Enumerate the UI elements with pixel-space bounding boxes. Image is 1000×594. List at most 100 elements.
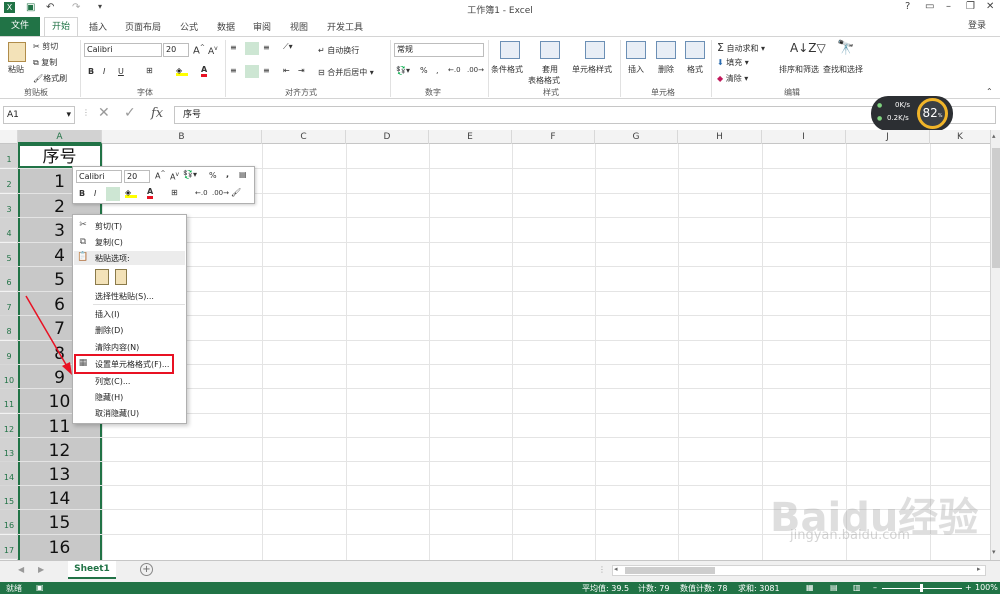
row-header-16[interactable]: 16 bbox=[0, 510, 18, 534]
horizontal-scrollbar[interactable]: ◂ ▸ bbox=[612, 565, 986, 576]
column-header-i[interactable]: I bbox=[762, 130, 846, 144]
column-header-a[interactable]: A bbox=[18, 130, 102, 144]
border-icon[interactable]: ⊞ bbox=[146, 66, 153, 75]
fill-color-icon[interactable]: ◈ bbox=[176, 66, 188, 76]
tab-view[interactable]: 视图 bbox=[290, 20, 308, 33]
merge-center-button[interactable]: ⊟ 合并后居中 ▾ bbox=[318, 67, 374, 78]
zoom-level[interactable]: 100% bbox=[975, 583, 998, 592]
ribbon-display-icon[interactable]: ▭ bbox=[925, 1, 934, 12]
cell-style-button[interactable]: 单元格样式 bbox=[572, 64, 612, 75]
minimize-icon[interactable]: – bbox=[946, 1, 951, 12]
name-box[interactable]: A1 ▾ bbox=[3, 106, 75, 124]
menu-item-clear[interactable]: 清除内容(N) bbox=[95, 342, 139, 353]
tab-page-layout[interactable]: 页面布局 bbox=[125, 20, 161, 33]
mini-italic-button[interactable]: I bbox=[94, 189, 96, 198]
align-middle-icon[interactable] bbox=[245, 42, 259, 55]
menu-item-delete[interactable]: 删除(D) bbox=[95, 325, 123, 336]
mini-size-select[interactable]: 20 bbox=[124, 170, 150, 183]
row-header-11[interactable]: 11 bbox=[0, 389, 18, 413]
vertical-scrollbar[interactable]: ▴ ▾ bbox=[990, 130, 1000, 560]
align-bottom-icon[interactable]: ≡ bbox=[263, 43, 270, 52]
mini-border-icon[interactable]: ⊞ bbox=[171, 188, 178, 197]
tab-data[interactable]: 数据 bbox=[217, 20, 235, 33]
mini-font-select[interactable]: Calibri bbox=[76, 170, 122, 183]
mini-center-icon[interactable] bbox=[106, 187, 120, 201]
grow-font-icon[interactable]: A^ bbox=[193, 44, 205, 56]
copy-button[interactable]: ⧉ 复制 bbox=[33, 57, 57, 68]
row-header-8[interactable]: 8 bbox=[0, 316, 18, 340]
format-cells-button[interactable]: 格式 bbox=[687, 64, 703, 75]
column-header-k[interactable]: K bbox=[930, 130, 990, 144]
tab-home[interactable]: 开始 bbox=[44, 17, 78, 37]
column-header-g[interactable]: G bbox=[595, 130, 678, 144]
insert-cells-button[interactable]: 插入 bbox=[628, 64, 644, 75]
underline-button[interactable]: U bbox=[118, 67, 124, 76]
row-header-14[interactable]: 14 bbox=[0, 462, 18, 486]
bold-button[interactable]: B bbox=[88, 67, 94, 76]
fill-button[interactable]: ⬇ 填充 ▾ bbox=[717, 57, 749, 68]
column-header-j[interactable]: J bbox=[846, 130, 930, 144]
row-header-17[interactable]: 17 bbox=[0, 535, 18, 559]
autosum-button[interactable]: Σ 自动求和 ▾ bbox=[717, 41, 765, 54]
scroll-thumb[interactable] bbox=[992, 148, 1000, 268]
orientation-icon[interactable]: ⟋▾ bbox=[283, 42, 293, 52]
increase-decimal-icon[interactable]: ←.0 bbox=[448, 66, 461, 74]
mini-currency-icon[interactable]: 💱▾ bbox=[183, 170, 197, 179]
row-header-3[interactable]: 3 bbox=[0, 194, 18, 218]
sheet-tab-sheet1[interactable]: Sheet1 bbox=[68, 561, 116, 579]
tab-insert[interactable]: 插入 bbox=[89, 20, 107, 33]
wrap-text-button[interactable]: ↵ 自动换行 bbox=[318, 45, 359, 56]
macro-record-icon[interactable]: ▣ bbox=[36, 583, 44, 592]
percent-icon[interactable]: % bbox=[420, 66, 428, 75]
sign-in-link[interactable]: 登录 bbox=[968, 18, 986, 31]
column-header-h[interactable]: H bbox=[678, 130, 762, 144]
column-header-f[interactable]: F bbox=[512, 130, 595, 144]
hscroll-thumb[interactable] bbox=[625, 567, 715, 574]
close-icon[interactable]: ✕ bbox=[986, 1, 994, 12]
cell-a16[interactable]: 15 bbox=[18, 511, 101, 535]
row-header-9[interactable]: 9 bbox=[0, 341, 18, 365]
currency-icon[interactable]: 💱▾ bbox=[396, 66, 410, 75]
row-header-2[interactable]: 2 bbox=[0, 169, 18, 193]
find-select-button[interactable]: 查找和选择 bbox=[823, 64, 863, 75]
mini-fill-color-icon[interactable]: ◈ bbox=[125, 188, 137, 198]
delete-cells-button[interactable]: 删除 bbox=[658, 64, 674, 75]
align-top-icon[interactable]: ≡ bbox=[230, 43, 237, 52]
menu-item-hide[interactable]: 隐藏(H) bbox=[95, 392, 123, 403]
align-left-icon[interactable]: ≡ bbox=[230, 66, 237, 75]
prev-sheet-icon[interactable]: ◀ bbox=[18, 565, 24, 574]
table-format-line1[interactable]: 套用 bbox=[542, 64, 558, 75]
menu-item-insert[interactable]: 插入(I) bbox=[95, 309, 120, 320]
menu-item-paste-special[interactable]: 选择性粘贴(S)... bbox=[95, 291, 154, 302]
insert-function-icon[interactable]: fx bbox=[151, 106, 163, 121]
cell-a13[interactable]: 12 bbox=[18, 439, 101, 463]
cancel-icon[interactable]: ✕ bbox=[98, 105, 110, 121]
conditional-format-button[interactable]: 条件格式 bbox=[491, 64, 523, 75]
italic-button[interactable]: I bbox=[103, 67, 105, 76]
menu-item-copy[interactable]: 复制(C) bbox=[95, 237, 123, 248]
tab-file[interactable]: 文件 bbox=[0, 17, 40, 36]
menu-item-format-cells[interactable]: 设置单元格格式(F)... bbox=[95, 359, 169, 370]
select-all-corner[interactable] bbox=[0, 130, 18, 144]
sort-filter-button[interactable]: 排序和筛选 bbox=[779, 64, 819, 75]
paste-icon[interactable] bbox=[8, 42, 26, 62]
decrease-indent-icon[interactable]: ⇤ bbox=[283, 66, 290, 75]
tab-developer[interactable]: 开发工具 bbox=[327, 20, 363, 33]
mini-bold-button[interactable]: B bbox=[79, 189, 85, 198]
align-center-icon[interactable] bbox=[245, 65, 259, 78]
mini-font-color-icon[interactable]: A bbox=[147, 187, 154, 199]
cell-a14[interactable]: 13 bbox=[18, 463, 101, 487]
help-button[interactable]: ? bbox=[905, 1, 910, 12]
row-header-5[interactable]: 5 bbox=[0, 243, 18, 267]
cell-a17[interactable]: 16 bbox=[18, 536, 101, 560]
column-header-b[interactable]: B bbox=[102, 130, 262, 144]
cut-button[interactable]: ✂ 剪切 bbox=[33, 41, 58, 52]
format-painter-button[interactable]: 🖌格式刷 bbox=[33, 73, 67, 84]
collapse-ribbon-icon[interactable]: ⌃ bbox=[986, 87, 993, 96]
restore-icon[interactable]: ❐ bbox=[966, 1, 975, 12]
mini-shrink-font-icon[interactable]: Av bbox=[170, 171, 179, 182]
mini-increase-decimal-icon[interactable]: ←.0 bbox=[195, 189, 208, 197]
scroll-up-icon[interactable]: ▴ bbox=[992, 132, 996, 140]
table-format-button[interactable]: 表格格式 bbox=[528, 75, 560, 86]
increase-indent-icon[interactable]: ⇥ bbox=[298, 66, 305, 75]
